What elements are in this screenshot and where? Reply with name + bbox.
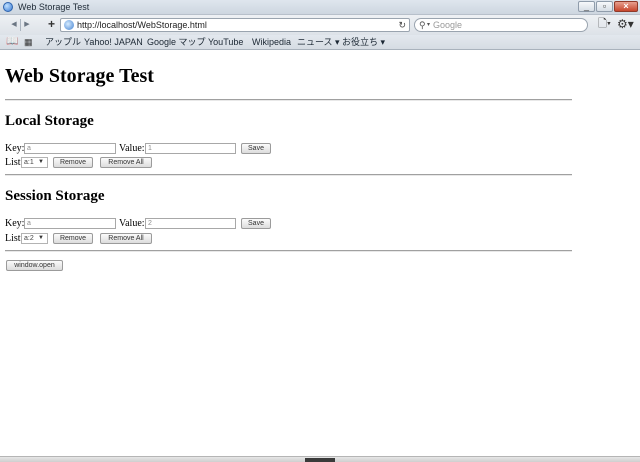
book-icon[interactable]: 📖 bbox=[6, 35, 18, 49]
settings-menu-button[interactable]: ⚙▾ bbox=[617, 17, 634, 31]
add-bookmark-button[interactable]: + bbox=[45, 18, 58, 32]
session-remove-button[interactable]: Remove bbox=[53, 233, 93, 244]
close-window-button[interactable]: × bbox=[614, 1, 638, 12]
browser-toolbar: ◀ ▶ + http://localhost/WebStorage.html ↻… bbox=[0, 15, 640, 35]
bookmark-news-folder[interactable]: ニュース ▾ bbox=[297, 35, 340, 49]
chevron-down-icon: ▼ bbox=[38, 235, 44, 241]
local-key-label: Key: bbox=[5, 143, 25, 154]
divider bbox=[5, 99, 572, 101]
session-list-selected: a:2 bbox=[24, 235, 34, 242]
session-list-select[interactable]: a:2 ▼ bbox=[21, 233, 48, 244]
search-field[interactable]: ⚲ ▾ Google bbox=[414, 18, 588, 32]
safari-app-icon bbox=[3, 2, 13, 12]
search-placeholder: Google bbox=[433, 20, 463, 30]
magnifier-icon: ⚲ bbox=[419, 20, 426, 30]
local-list-select[interactable]: a:1 ▼ bbox=[21, 157, 48, 168]
address-bar[interactable]: http://localhost/WebStorage.html ↻ bbox=[60, 18, 410, 32]
chevron-down-icon: ▼ bbox=[38, 159, 44, 165]
page-title: Web Storage Test bbox=[5, 65, 154, 87]
back-button[interactable]: ◀ bbox=[8, 19, 20, 31]
page-menu-button[interactable]: 🗋▾ bbox=[598, 18, 611, 31]
local-remove-all-button[interactable]: Remove All bbox=[100, 157, 152, 168]
bookmark-wikipedia[interactable]: Wikipedia bbox=[252, 35, 291, 49]
address-text: http://localhost/WebStorage.html bbox=[77, 20, 207, 30]
bookmark-apple[interactable]: アップル bbox=[45, 35, 81, 49]
minimize-icon: _ bbox=[583, 1, 589, 11]
bookmark-google-maps[interactable]: Google マップ bbox=[147, 35, 206, 49]
local-value-label: Value: bbox=[119, 143, 145, 154]
bookmark-useful-folder[interactable]: お役立ち ▾ bbox=[342, 35, 385, 49]
local-remove-button[interactable]: Remove bbox=[53, 157, 93, 168]
status-indicator bbox=[305, 458, 335, 462]
globe-icon bbox=[64, 20, 74, 30]
divider bbox=[5, 250, 572, 252]
maximize-button[interactable]: ▫ bbox=[596, 1, 613, 12]
window-title-bar: Web Storage Test _ ▫ × bbox=[0, 0, 640, 15]
session-remove-all-button[interactable]: Remove All bbox=[100, 233, 152, 244]
window-open-button[interactable]: window.open bbox=[6, 260, 63, 271]
window-title: Web Storage Test bbox=[18, 2, 90, 12]
page-content: Web Storage Test Local Storage Key: a Va… bbox=[0, 50, 640, 456]
reload-button[interactable]: ↻ bbox=[398, 19, 406, 31]
session-key-input[interactable]: a bbox=[24, 218, 116, 229]
local-storage-heading: Local Storage bbox=[5, 113, 94, 129]
window-controls: _ ▫ × bbox=[578, 1, 638, 12]
bookmarks-bar: 📖 ▦ アップル Yahoo! JAPAN Google マップ YouTube… bbox=[0, 35, 640, 50]
bookmark-youtube[interactable]: YouTube bbox=[208, 35, 243, 49]
session-save-button[interactable]: Save bbox=[241, 218, 271, 229]
bookmark-yahoo-japan[interactable]: Yahoo! JAPAN bbox=[84, 35, 143, 49]
close-icon: × bbox=[623, 1, 629, 11]
session-storage-heading: Session Storage bbox=[5, 188, 105, 204]
maximize-icon: ▫ bbox=[602, 1, 607, 11]
minimize-button[interactable]: _ bbox=[578, 1, 595, 12]
local-list-selected: a:1 bbox=[24, 159, 34, 166]
session-value-input[interactable]: 2 bbox=[145, 218, 236, 229]
divider bbox=[5, 174, 572, 176]
session-value-label: Value: bbox=[119, 218, 145, 229]
status-bar bbox=[0, 456, 640, 462]
search-engine-dropdown-icon[interactable]: ▾ bbox=[427, 19, 430, 31]
local-value-input[interactable]: 1 bbox=[145, 143, 236, 154]
forward-button[interactable]: ▶ bbox=[21, 19, 33, 31]
grid-icon[interactable]: ▦ bbox=[24, 35, 33, 49]
local-save-button[interactable]: Save bbox=[241, 143, 271, 154]
local-key-input[interactable]: a bbox=[24, 143, 116, 154]
session-key-label: Key: bbox=[5, 218, 25, 229]
